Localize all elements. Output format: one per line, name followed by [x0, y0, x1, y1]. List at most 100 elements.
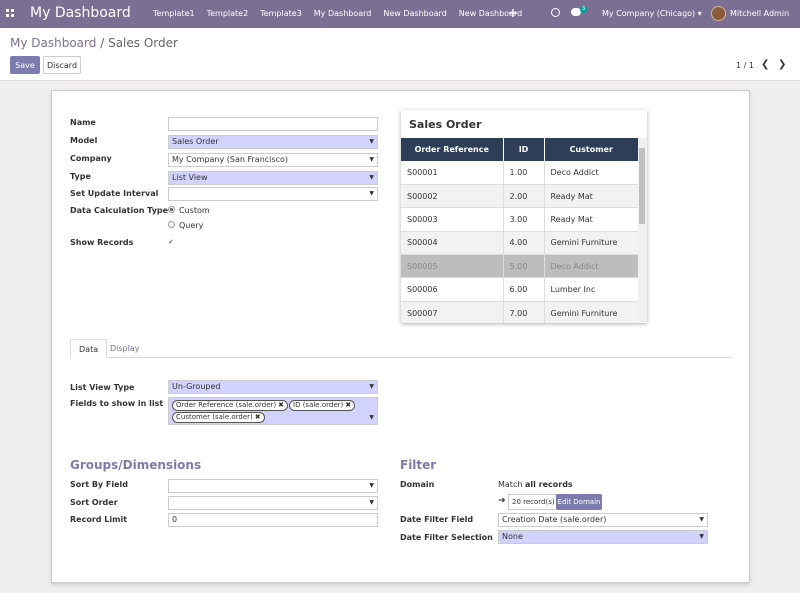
- menu-item-template3[interactable]: Template3: [260, 9, 302, 18]
- add-icon[interactable]: +: [508, 6, 518, 20]
- name-label: Name: [70, 118, 96, 127]
- pager-previous-icon[interactable]: ❮: [761, 59, 769, 70]
- remove-tag-icon[interactable]: ✖: [278, 401, 284, 409]
- menu-item-new-dashboard[interactable]: New Dashboard: [383, 9, 446, 18]
- table-row[interactable]: S00007 7.00 Gemini Furniture: [401, 301, 639, 323]
- list-view-type-select[interactable]: Un-Grouped ▼: [168, 380, 378, 394]
- breadcrumb: My Dashboard / Sales Order: [10, 36, 178, 50]
- interval-select[interactable]: ▼: [168, 187, 378, 201]
- date-filter-field-select[interactable]: Creation Date (sale.order) ▼: [498, 513, 708, 527]
- table-row[interactable]: S00003 3.00 Ready Mat: [401, 207, 639, 232]
- preview-scrollbar[interactable]: [638, 138, 647, 322]
- company-select[interactable]: My Company (San Francisco) ▼: [168, 153, 378, 167]
- apps-menu-icon[interactable]: [6, 9, 14, 17]
- match-prefix: Match: [498, 480, 523, 489]
- pager-next-icon[interactable]: ❯: [778, 59, 786, 70]
- company-switcher[interactable]: My Company (Chicago) ▾: [602, 9, 702, 18]
- cell: 6.00: [503, 277, 545, 302]
- caret-down-icon: ▼: [369, 383, 374, 390]
- type-label: Type: [70, 172, 91, 181]
- show-records-checkbox[interactable]: ✔: [168, 239, 175, 246]
- show-records-label: Show Records: [70, 238, 134, 247]
- name-input[interactable]: [168, 117, 378, 131]
- cell: Lumber Inc: [544, 277, 639, 302]
- cell: 5.00: [503, 254, 545, 279]
- cell: S00005: [401, 254, 504, 279]
- table-row[interactable]: S00006 6.00 Lumber Inc: [401, 277, 639, 302]
- app-title[interactable]: My Dashboard: [30, 5, 131, 21]
- caret-down-icon: ▼: [369, 190, 374, 197]
- model-label: Model: [70, 136, 98, 145]
- column-header[interactable]: Order Reference: [401, 138, 504, 161]
- user-avatar[interactable]: [711, 6, 726, 21]
- discard-button[interactable]: Discard: [43, 56, 81, 74]
- type-value: List View: [172, 173, 208, 182]
- fields-label: Fields to show in list: [70, 399, 164, 408]
- caret-down-icon: ▾: [697, 9, 702, 18]
- table-row[interactable]: S00001 1.00 Deco Addict: [401, 161, 639, 185]
- table-row[interactable]: S00005 5.00 Deco Addict: [401, 254, 639, 279]
- tag-label: Customer (sale.order): [176, 413, 253, 421]
- table-row[interactable]: S00002 2.00 Ready Mat: [401, 184, 639, 209]
- table-row[interactable]: S00004 4.00 Gemini Furniture: [401, 231, 639, 256]
- date-filter-selection-select[interactable]: None ▼: [498, 530, 708, 544]
- date-filter-field-label: Date Filter Field: [400, 515, 474, 524]
- record-count-button[interactable]: 20 record(s): [508, 494, 559, 510]
- remove-tag-icon[interactable]: ✖: [255, 413, 261, 421]
- company-value: My Company (San Francisco): [172, 155, 288, 164]
- sort-order-label: Sort Order: [70, 498, 118, 507]
- activity-clock-icon[interactable]: [551, 8, 560, 17]
- sort-by-select[interactable]: ▼: [168, 479, 378, 493]
- user-menu[interactable]: Mitchell Admin: [730, 9, 789, 18]
- cell: 3.00: [503, 207, 545, 232]
- sort-by-label: Sort By Field: [70, 480, 129, 489]
- model-select[interactable]: Sales Order ▼: [168, 135, 378, 149]
- cell: Ready Mat: [544, 207, 639, 232]
- cell: S00007: [401, 301, 504, 323]
- preview-table: Order Reference ID Customer S00001 1.00 De…: [401, 138, 639, 323]
- type-select[interactable]: List View ▼: [168, 171, 378, 185]
- date-filter-selection-label: Date Filter Selection: [400, 533, 493, 542]
- menu-item-my-dashboard[interactable]: My Dashboard: [314, 9, 372, 18]
- match-all-records: all records: [524, 480, 573, 489]
- tab-display[interactable]: Display: [102, 339, 148, 358]
- cell: Ready Mat: [544, 184, 639, 209]
- chat-count-badge: 3: [580, 6, 588, 13]
- calc-type-label: Data Calculation Type: [70, 206, 169, 215]
- menu-item-template2[interactable]: Template2: [207, 9, 249, 18]
- field-tag: Order Reference (sale.order) ✖: [172, 400, 289, 411]
- remove-tag-icon[interactable]: ✖: [345, 401, 351, 409]
- groups-title: Groups/Dimensions: [70, 458, 202, 472]
- arrow-right-icon: ➔: [498, 496, 506, 506]
- scrollbar-thumb[interactable]: [639, 148, 645, 224]
- record-limit-label: Record Limit: [70, 515, 128, 524]
- edit-domain-button[interactable]: Edit Domain: [556, 494, 602, 510]
- field-tag: ID (sale.order) ✖: [289, 400, 356, 411]
- domain-label: Domain: [400, 480, 435, 489]
- notebook-tabs: Data Display: [70, 339, 731, 358]
- sort-order-select[interactable]: ▼: [168, 496, 378, 510]
- menu-item-template1[interactable]: Template1: [153, 9, 195, 18]
- cell: S00003: [401, 207, 504, 232]
- domain-match-text: Match all records: [498, 480, 573, 489]
- cell: 2.00: [503, 184, 545, 209]
- cell: 4.00: [503, 231, 545, 256]
- breadcrumb-parent[interactable]: My Dashboard: [10, 36, 96, 50]
- save-button[interactable]: Save: [10, 56, 40, 74]
- cell: Deco Addict: [544, 161, 639, 185]
- caret-down-icon: ▼: [369, 174, 374, 181]
- list-view-type-label: List View Type: [70, 383, 135, 392]
- custom-radio[interactable]: [168, 206, 175, 213]
- fields-many2many-tags[interactable]: Order Reference (sale.order) ✖ ID (sale.or…: [168, 397, 378, 425]
- column-header[interactable]: ID: [503, 138, 545, 161]
- filter-title: Filter: [400, 458, 437, 472]
- query-radio[interactable]: [168, 221, 175, 228]
- column-header[interactable]: Customer: [544, 138, 639, 161]
- cell: S00001: [401, 161, 504, 185]
- caret-down-icon: ▼: [369, 482, 374, 489]
- top-menu: Template1 Template2 Template3 My Dashboa…: [153, 9, 534, 18]
- caret-down-icon: ▼: [369, 156, 374, 163]
- record-limit-input[interactable]: 0: [168, 513, 378, 527]
- caret-down-icon: ▼: [369, 499, 374, 506]
- caret-down-icon: ▼: [369, 414, 374, 421]
